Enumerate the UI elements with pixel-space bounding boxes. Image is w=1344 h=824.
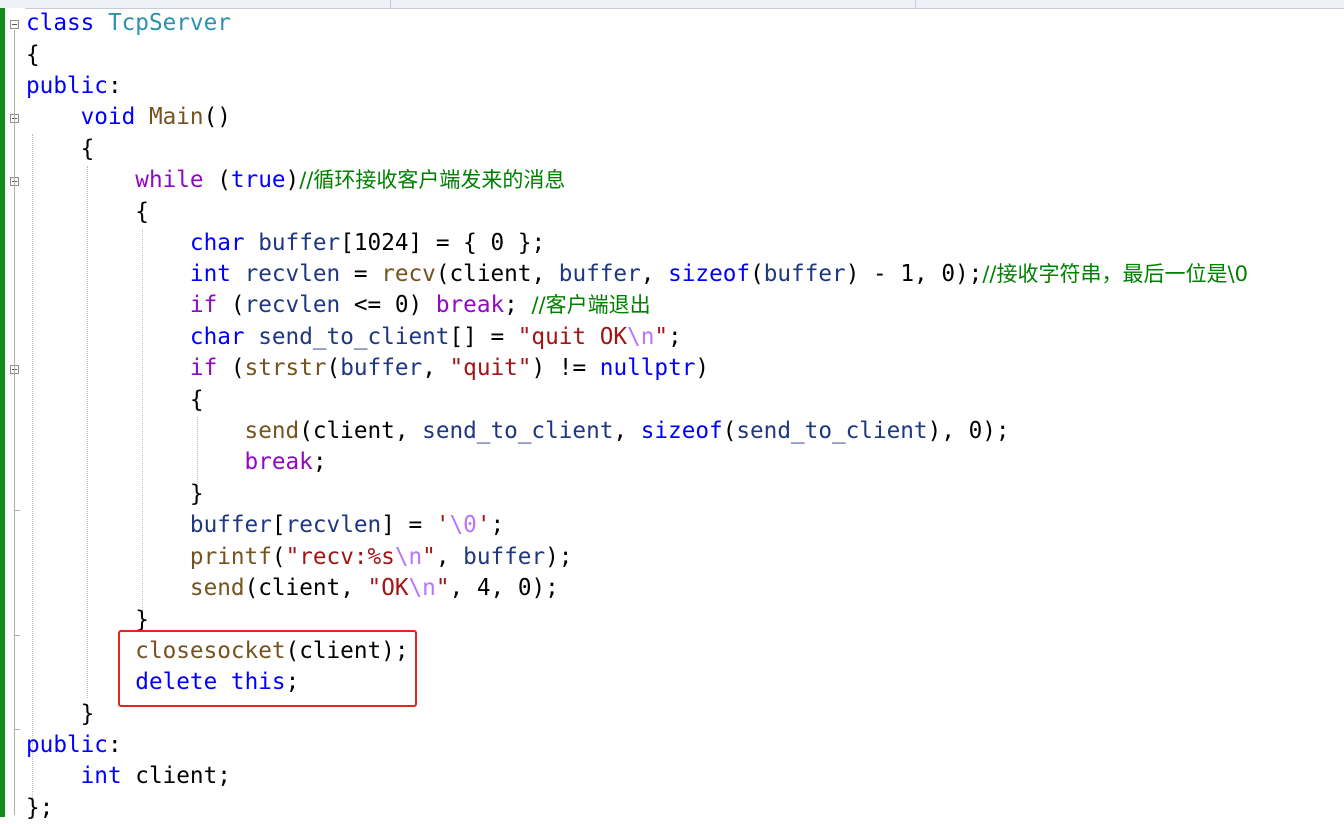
code-line: send(client, "OK\n", 4, 0);	[189, 575, 559, 601]
code-line: {	[26, 199, 149, 225]
code-line: }	[26, 701, 95, 727]
code-line: }	[26, 481, 204, 507]
project-dropdown[interactable]	[0, 0, 391, 8]
code-line: void Main()	[80, 104, 231, 130]
highlight-box	[118, 630, 417, 707]
code-line: break;	[244, 449, 327, 475]
outlining-margin	[5, 8, 25, 817]
code-line: buffer[recvlen] = '\0';	[189, 512, 505, 538]
code-line: char send_to_client[] = "quit OK\n";	[189, 324, 682, 350]
code-line: public:	[26, 73, 122, 99]
code-line: {	[26, 42, 40, 68]
scope-dropdown[interactable]	[392, 0, 916, 8]
code-line: class TcpServer	[26, 10, 231, 36]
fold-end-marker	[14, 510, 20, 511]
fold-line	[14, 30, 15, 815]
code-line: int recvlen = recv(client, buffer, sizeo…	[189, 261, 1248, 287]
code-line: {	[26, 387, 204, 413]
code-line: while (true)//循环接收客户端发来的消息	[135, 167, 566, 193]
member-dropdown[interactable]	[917, 0, 1343, 8]
code-line: public:	[26, 732, 122, 758]
code-line: send(client, send_to_client, sizeof(send…	[244, 418, 1010, 444]
code-line: if (recvlen <= 0) break; //客户端退出	[189, 292, 651, 318]
code-line: {	[26, 136, 95, 162]
code-line: char buffer[1024] = { 0 };	[189, 230, 546, 256]
fold-end-marker	[14, 729, 20, 730]
collapse-class-icon[interactable]	[10, 20, 19, 29]
code-line: };	[26, 795, 54, 821]
code-line: if (strstr(buffer, "quit") != nullptr)	[189, 355, 710, 381]
fold-end-marker	[14, 635, 20, 636]
code-line: printf("recv:%s\n", buffer);	[189, 544, 573, 570]
code-line: int client;	[80, 763, 231, 789]
